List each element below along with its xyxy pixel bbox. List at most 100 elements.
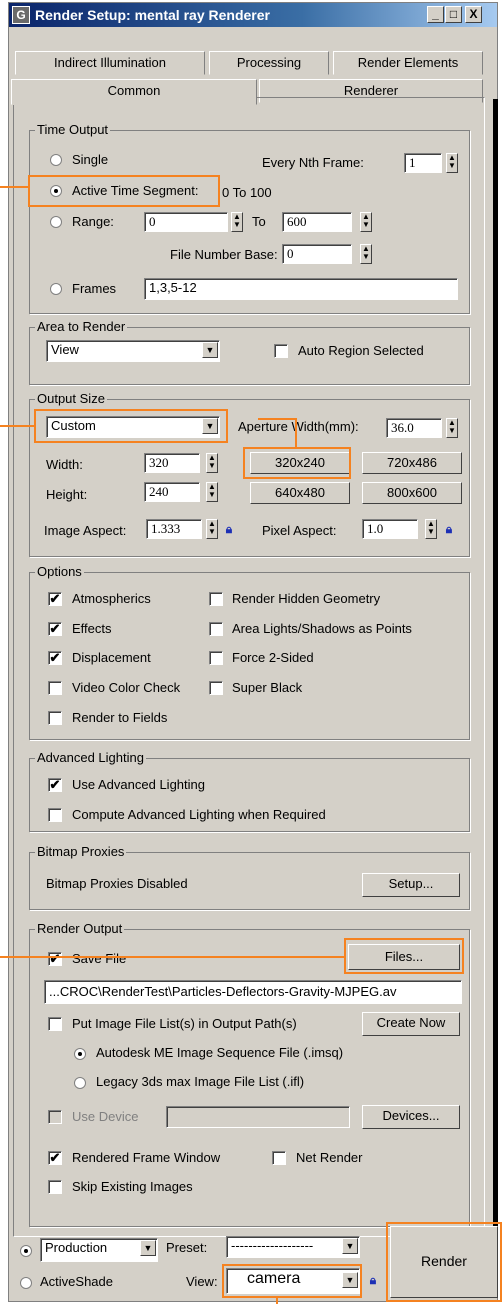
chevron-down-icon[interactable]: ▼ (342, 1272, 358, 1288)
close-button[interactable]: X (465, 6, 482, 23)
tab-render-elements[interactable]: Render Elements (333, 51, 483, 75)
render-hidden-geometry-checkbox[interactable] (209, 592, 223, 606)
frames-field[interactable]: 1,3,5-12 (144, 278, 458, 300)
file-number-base-field[interactable]: 0 (282, 244, 352, 264)
use-advanced-lighting-checkbox[interactable]: ✔ (48, 778, 62, 792)
bitmap-proxies-setup-button[interactable]: Setup... (362, 873, 460, 897)
net-render-label: Net Render (296, 1150, 363, 1165)
video-color-check-checkbox[interactable] (48, 681, 62, 695)
files-callout-line (0, 956, 344, 958)
auto-region-checkbox[interactable] (274, 344, 288, 358)
put-image-file-list-checkbox[interactable] (48, 1017, 62, 1031)
force-2-sided-checkbox[interactable] (209, 651, 223, 665)
maximize-button[interactable]: □ (445, 6, 462, 23)
height-label: Height: (46, 487, 88, 502)
every-nth-spinner[interactable]: ▲ ▼ (446, 153, 458, 173)
preset-dropdown[interactable]: ------------------- ▼ (226, 1236, 360, 1258)
effects-checkbox[interactable]: ✔ (48, 622, 62, 636)
image-aspect-lock-icon[interactable]: 🔒︎ (222, 521, 236, 537)
save-file-checkbox[interactable]: ✔ (48, 952, 62, 966)
output-path-field[interactable]: ...CROC\RenderTest\Particles-Deflectors-… (44, 980, 462, 1004)
height-field[interactable]: 240 (144, 482, 200, 502)
panel-scrollbar[interactable] (493, 99, 498, 1239)
width-field[interactable]: 320 (144, 453, 200, 473)
chevron-down-icon[interactable]: ▼ (202, 418, 218, 434)
aperture-width-spinner[interactable]: ▲ ▼ (446, 418, 458, 438)
image-aspect-spinner[interactable]: ▲ ▼ (206, 519, 218, 539)
render-to-fields-checkbox[interactable] (48, 711, 62, 725)
range-label: Range: (72, 214, 114, 229)
preset-value: ------------------- (231, 1238, 314, 1253)
legacy-ifl-radio[interactable] (74, 1077, 86, 1089)
chevron-down-icon[interactable]: ▼ (202, 342, 218, 358)
range-radio[interactable] (50, 216, 62, 228)
view-lock-icon[interactable]: 🔒︎ (366, 1272, 380, 1288)
area-lights-checkbox[interactable] (209, 622, 223, 636)
compute-advanced-lighting-label: Compute Advanced Lighting when Required (72, 807, 326, 822)
tab-processing[interactable]: Processing (209, 51, 329, 75)
minimize-button[interactable]: _ (427, 6, 444, 23)
file-number-base-spinner[interactable]: ▲ ▼ (360, 244, 372, 264)
super-black-checkbox[interactable] (209, 681, 223, 695)
area-to-render-dropdown[interactable]: View ▼ (46, 340, 220, 362)
preset-640x480-button[interactable]: 640x480 (250, 482, 350, 504)
range-end-spinner[interactable]: ▲ ▼ (360, 212, 372, 232)
rendered-frame-window-checkbox[interactable]: ✔ (48, 1151, 62, 1165)
aperture-width-field[interactable]: 36.0 (386, 418, 442, 438)
active-segment-radio[interactable] (50, 185, 62, 197)
displacement-checkbox[interactable]: ✔ (48, 651, 62, 665)
render-button[interactable]: Render (390, 1226, 498, 1298)
put-image-file-list-label: Put Image File List(s) in Output Path(s) (72, 1016, 297, 1031)
create-now-button[interactable]: Create Now (362, 1012, 460, 1036)
every-nth-label: Every Nth Frame: (262, 155, 364, 170)
pixel-aspect-lock-icon[interactable]: 🔒︎ (442, 521, 456, 537)
preset-800x600-button[interactable]: 800x600 (362, 482, 462, 504)
chevron-down-icon[interactable]: ▼ (140, 1240, 156, 1256)
pixel-aspect-spinner[interactable]: ▲ ▼ (425, 519, 437, 539)
range-start-field[interactable]: 0 (144, 212, 228, 232)
frames-radio[interactable] (50, 283, 62, 295)
preset-320x240-button[interactable]: 320x240 (250, 452, 350, 474)
skip-existing-images-label: Skip Existing Images (72, 1179, 193, 1194)
area-to-render-value: View (51, 342, 79, 357)
single-radio[interactable] (50, 154, 62, 166)
atmospherics-checkbox[interactable]: ✔ (48, 592, 62, 606)
auto-region-label: Auto Region Selected (298, 343, 424, 358)
save-file-label: Save File (72, 951, 127, 966)
preset-320-callout-line-h (258, 418, 297, 420)
range-end-field[interactable]: 600 (282, 212, 352, 232)
activeshade-label: ActiveShade (40, 1274, 113, 1289)
tab-common[interactable]: Common (11, 79, 257, 105)
autodesk-imsq-radio[interactable] (74, 1048, 86, 1060)
super-black-label: Super Black (232, 680, 303, 695)
preset-320-callout-line-v (295, 418, 297, 447)
tab-indirect-illumination[interactable]: Indirect Illumination (15, 51, 205, 75)
force-2-sided-label: Force 2-Sided (232, 650, 314, 665)
every-nth-field[interactable]: 1 (404, 153, 442, 173)
net-render-checkbox[interactable] (272, 1151, 286, 1165)
area-lights-label: Area Lights/Shadows as Points (232, 621, 412, 636)
skip-existing-images-checkbox[interactable] (48, 1180, 62, 1194)
chevron-down-icon[interactable]: ▼ (342, 1238, 358, 1254)
preset-720x486-button[interactable]: 720x486 (362, 452, 462, 474)
height-spinner[interactable]: ▲ ▼ (206, 482, 218, 502)
title-bar[interactable]: G Render Setup: mental ray Renderer _ □ … (9, 3, 497, 27)
production-value: Production (45, 1240, 108, 1255)
output-size-legend: Output Size (35, 391, 107, 406)
compute-advanced-lighting-checkbox[interactable] (48, 808, 62, 822)
view-dropdown[interactable]: camera ▼ (226, 1268, 360, 1294)
aperture-width-label: Aperture Width(mm): (238, 419, 359, 434)
activeshade-radio[interactable] (20, 1277, 32, 1289)
production-radio[interactable] (20, 1245, 32, 1257)
time-output-legend: Time Output (35, 122, 111, 137)
atmospherics-label: Atmospherics (72, 591, 151, 606)
range-start-spinner[interactable]: ▲ ▼ (231, 212, 243, 232)
output-size-preset-dropdown[interactable]: Custom ▼ (46, 416, 220, 438)
production-dropdown[interactable]: Production ▼ (40, 1238, 158, 1262)
devices-button[interactable]: Devices... (362, 1105, 460, 1129)
files-button[interactable]: Files... (348, 944, 460, 970)
pixel-aspect-field[interactable]: 1.0 (362, 519, 418, 539)
bitmap-proxies-legend: Bitmap Proxies (35, 844, 127, 859)
image-aspect-field[interactable]: 1.333 (146, 519, 202, 539)
width-spinner[interactable]: ▲ ▼ (206, 453, 218, 473)
